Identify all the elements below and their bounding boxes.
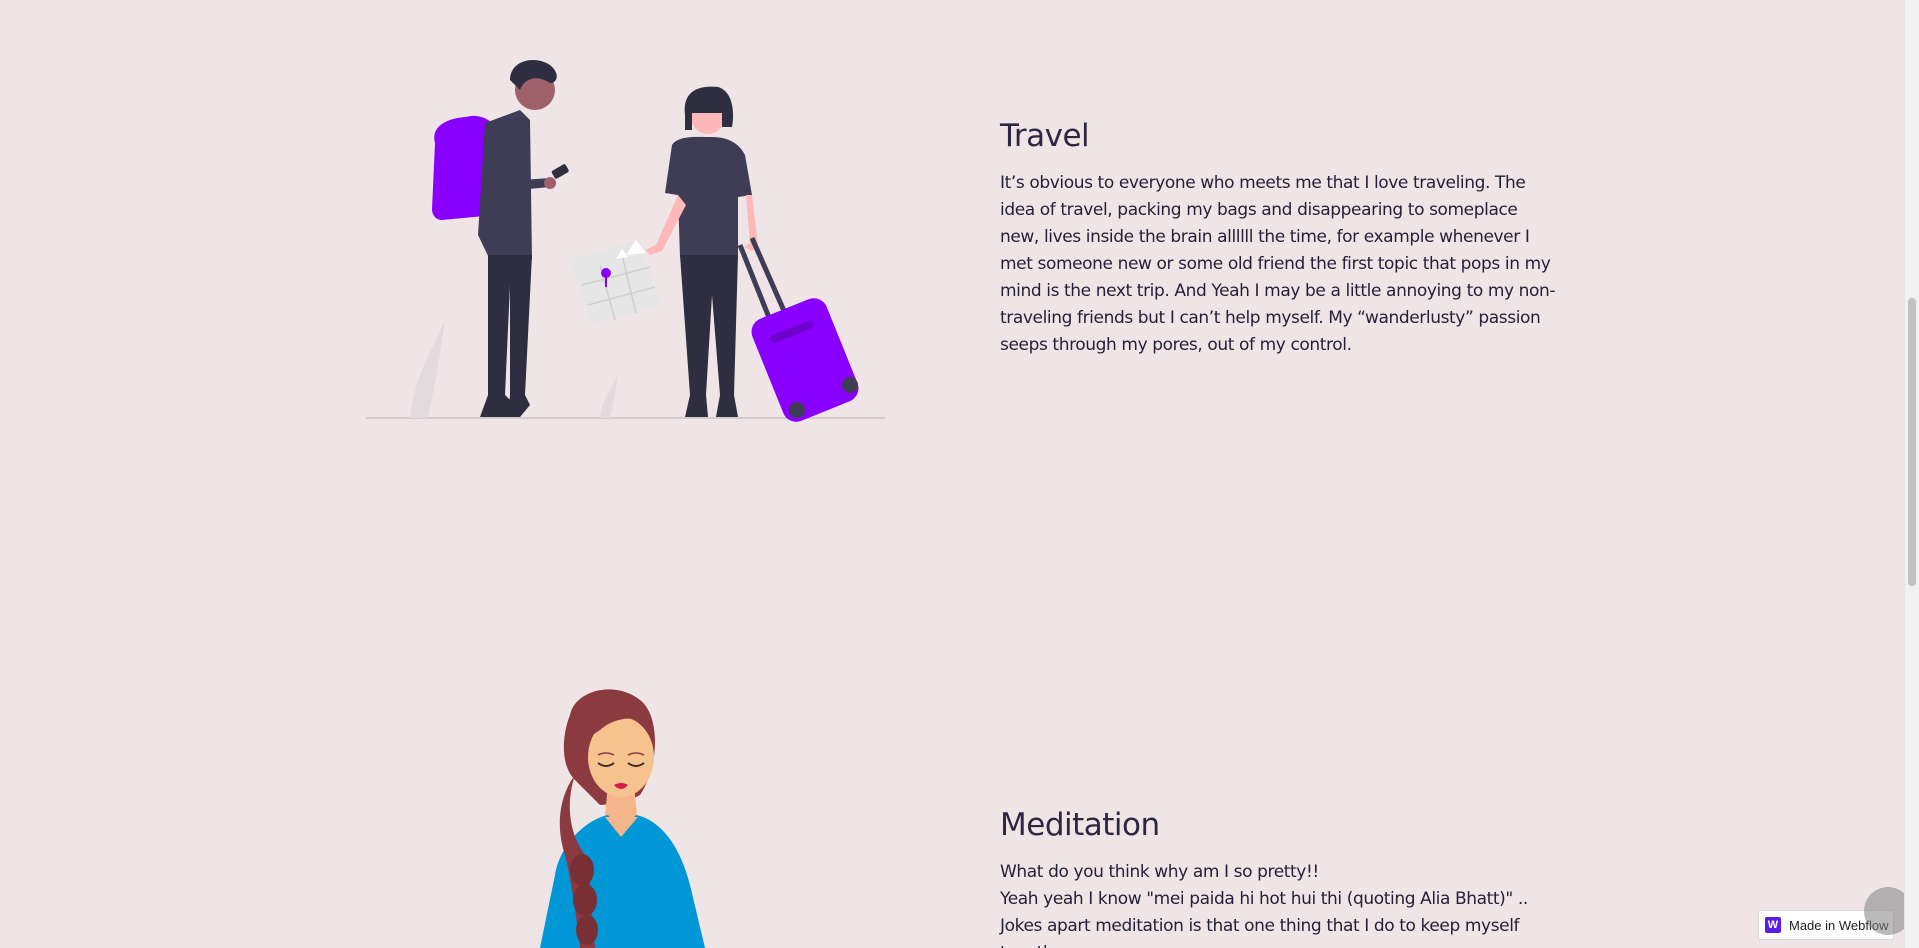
travel-section: Travel It’s obvious to everyone who meet… bbox=[1000, 118, 1560, 359]
travel-title: Travel bbox=[1000, 118, 1090, 154]
meditation-line: Jokes apart meditation is that one thing… bbox=[1000, 916, 1520, 948]
scrollbar-thumb[interactable] bbox=[1908, 298, 1916, 586]
webflow-logo-icon: W bbox=[1765, 917, 1781, 933]
meditation-line: What do you think why am I so pretty!! bbox=[1000, 862, 1319, 882]
meditation-line: Yeah yeah I know "mei paida hi hot hui t… bbox=[1000, 889, 1528, 909]
page: Travel It’s obvious to everyone who meet… bbox=[0, 0, 1919, 948]
meditation-title: Meditation bbox=[1000, 807, 1160, 843]
meditation-body: What do you think why am I so pretty!! Y… bbox=[1000, 859, 1560, 948]
meditating-woman-illustration bbox=[530, 685, 720, 948]
travelers-illustration bbox=[360, 55, 890, 425]
travel-body: It’s obvious to everyone who meets me th… bbox=[1000, 173, 1556, 355]
scrollbar[interactable] bbox=[1904, 0, 1919, 948]
meditation-section: Meditation What do you think why am I so… bbox=[1000, 807, 1560, 948]
